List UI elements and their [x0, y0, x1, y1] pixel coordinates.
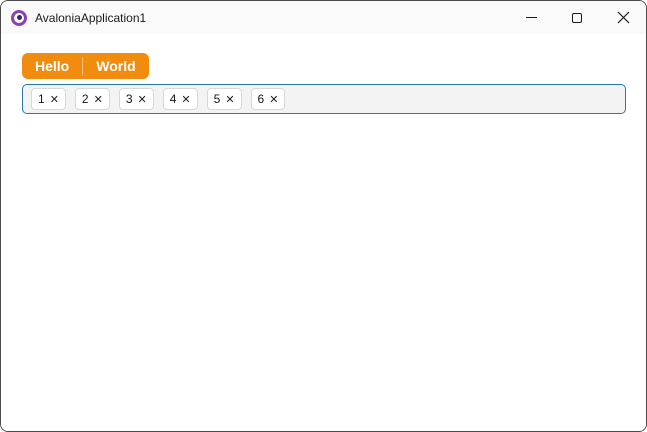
- tab-hello[interactable]: Hello: [22, 53, 82, 79]
- tag-label: 6: [257, 92, 265, 106]
- tag-chip: 6 ✕: [250, 88, 286, 110]
- tab-strip: Hello World: [22, 53, 149, 79]
- tag-chip: 4 ✕: [162, 88, 198, 110]
- tag-chip: 3 ✕: [118, 88, 154, 110]
- content-area: Hello World 1 ✕ 2 ✕ 3 ✕ 4 ✕ 5 ✕ 6 ✕: [1, 34, 646, 431]
- close-button[interactable]: [600, 1, 646, 34]
- tag-remove-button[interactable]: ✕: [225, 94, 234, 105]
- tag-chip: 5 ✕: [206, 88, 242, 110]
- logo-dot: [16, 15, 22, 20]
- close-icon: [617, 11, 629, 24]
- window-title: AvaloniaApplication1: [35, 10, 147, 25]
- tag-remove-button[interactable]: ✕: [269, 94, 278, 105]
- app-window: AvaloniaApplication1 Hello World 1 ✕ 2 ✕…: [0, 0, 647, 432]
- minimize-icon: [525, 17, 537, 18]
- maximize-button[interactable]: [554, 1, 600, 34]
- tag-label: 1: [38, 92, 45, 106]
- tag-input[interactable]: 1 ✕ 2 ✕ 3 ✕ 4 ✕ 5 ✕ 6 ✕: [22, 84, 626, 114]
- tab-world[interactable]: World: [83, 53, 148, 79]
- window-controls: [508, 1, 646, 34]
- maximize-icon: [572, 12, 582, 23]
- tag-remove-button[interactable]: ✕: [138, 94, 147, 105]
- tag-remove-button[interactable]: ✕: [50, 94, 59, 105]
- tag-label: 2: [81, 92, 89, 106]
- tag-label: 3: [125, 92, 133, 106]
- tag-chip: 2 ✕: [74, 88, 110, 110]
- minimize-button[interactable]: [508, 1, 554, 34]
- tag-chip: 1 ✕: [31, 88, 66, 110]
- avalonia-logo-icon: [11, 9, 27, 26]
- logo-ring: [14, 12, 24, 23]
- tag-remove-button[interactable]: ✕: [94, 94, 103, 105]
- tag-label: 5: [213, 92, 221, 106]
- tag-label: 4: [169, 92, 177, 106]
- tag-remove-button[interactable]: ✕: [181, 94, 190, 105]
- titlebar[interactable]: AvaloniaApplication1: [1, 1, 646, 34]
